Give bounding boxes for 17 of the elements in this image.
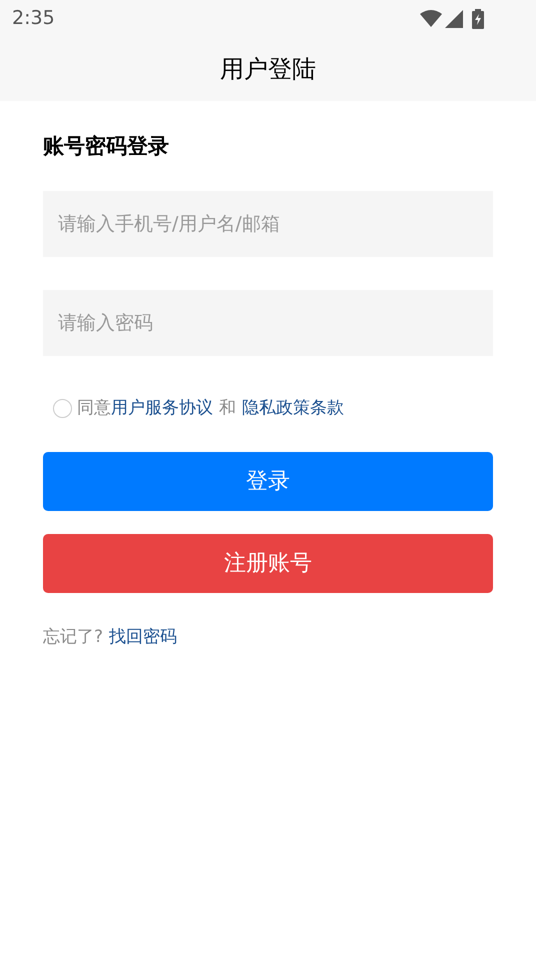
agree-label: 同意 (77, 396, 111, 420)
wifi-icon (420, 10, 442, 27)
service-agreement-link[interactable]: 用户服务协议 (111, 396, 213, 421)
status-time: 2:35 (12, 6, 55, 32)
battery-icon (472, 8, 484, 28)
agree-checkbox[interactable] (53, 398, 72, 418)
register-button[interactable]: 注册账号 (43, 534, 493, 593)
forgot-text: 忘记了? (43, 626, 104, 649)
conjunction-text: 和 (219, 396, 236, 420)
account-field[interactable]: 请输入手机号/用户名/邮箱 (43, 190, 493, 256)
form-heading: 账号密码登录 (43, 133, 170, 160)
login-button[interactable]: 登录 (43, 452, 493, 511)
page-title: 用户登陆 (220, 54, 316, 85)
privacy-policy-link[interactable]: 隐私政策条款 (242, 396, 344, 421)
recover-password-link[interactable]: 找回密码 (109, 625, 178, 650)
signal-icon (445, 10, 463, 28)
password-field[interactable]: 请输入密码 (43, 290, 493, 356)
